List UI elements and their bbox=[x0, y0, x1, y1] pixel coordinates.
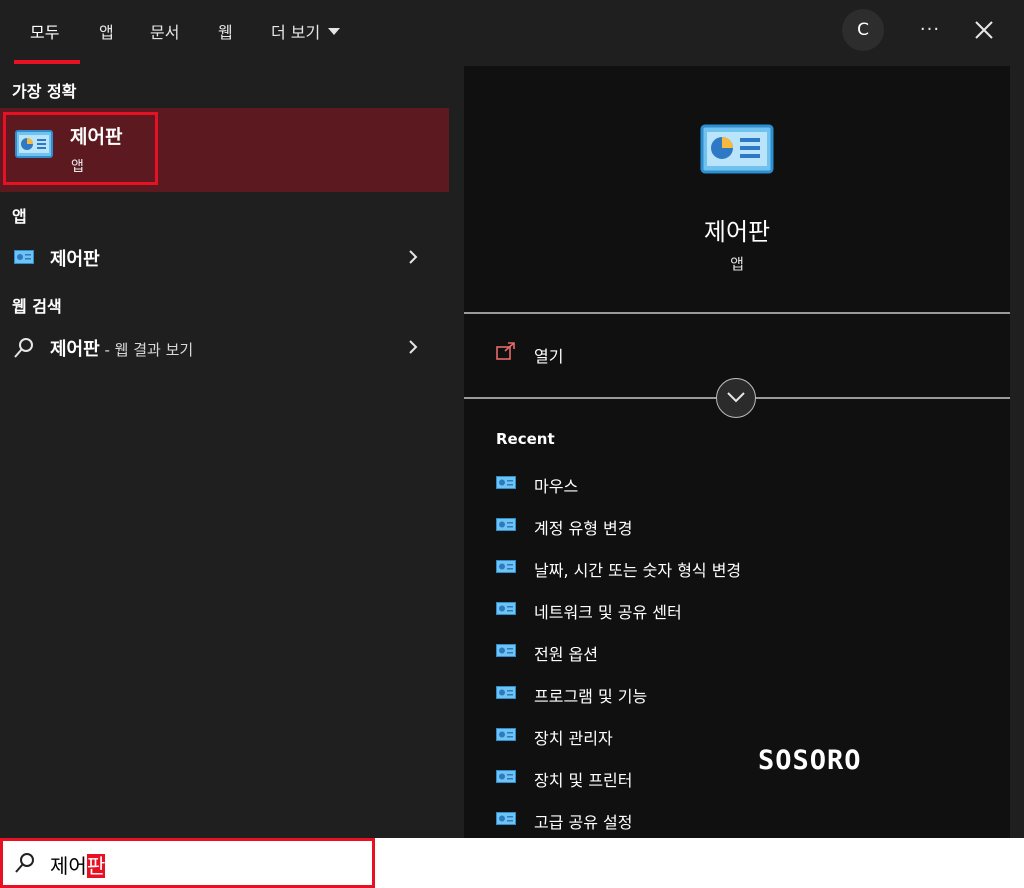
recent-item-label: 네트워크 및 공유 센터 bbox=[534, 603, 682, 622]
recent-item[interactable]: 네트워크 및 공유 센터 bbox=[496, 595, 976, 625]
tab-documents[interactable]: 문서 bbox=[150, 19, 179, 43]
recent-item-label: 전원 옵션 bbox=[534, 645, 598, 664]
close-button[interactable] bbox=[966, 12, 1002, 48]
control-panel-icon bbox=[496, 518, 516, 531]
highlight-outline bbox=[0, 838, 375, 888]
recent-item[interactable]: 프로그램 및 기능 bbox=[496, 679, 976, 709]
results-pane: 가장 정확 제어판 앱 앱 제어판 웹 검색 제어판 - 웹 결과 보기 bbox=[0, 66, 449, 838]
preview-title: 제어판 bbox=[703, 218, 771, 246]
recent-item[interactable]: 마우스 bbox=[496, 469, 976, 499]
recent-item[interactable]: 장치 관리자 bbox=[496, 721, 976, 751]
account-avatar-button[interactable]: C bbox=[842, 9, 884, 51]
watermark: SOSORO bbox=[758, 745, 862, 776]
more-options-button[interactable]: ··· bbox=[912, 10, 948, 50]
tab-more[interactable]: 더 보기 bbox=[271, 19, 341, 43]
open-action[interactable]: 열기 bbox=[494, 338, 794, 370]
tab-more-label: 더 보기 bbox=[271, 23, 321, 42]
recent-item-label: 마우스 bbox=[534, 477, 579, 496]
web-result-query: 제어판 bbox=[50, 339, 100, 360]
apps-heading: 앱 bbox=[12, 207, 27, 226]
control-panel-icon bbox=[496, 770, 516, 783]
control-panel-icon bbox=[496, 812, 516, 825]
web-result-control-panel[interactable]: 제어판 - 웹 결과 보기 bbox=[0, 328, 449, 366]
search-icon bbox=[14, 338, 33, 358]
preview-subtitle: 앱 bbox=[730, 255, 744, 273]
open-label: 열기 bbox=[534, 347, 564, 366]
control-panel-icon bbox=[496, 644, 516, 657]
control-panel-icon bbox=[496, 476, 516, 489]
app-result-control-panel[interactable]: 제어판 bbox=[0, 238, 449, 276]
recent-item[interactable]: 전원 옵션 bbox=[496, 637, 976, 667]
control-panel-icon bbox=[14, 250, 34, 264]
recent-heading: Recent bbox=[496, 430, 555, 448]
control-panel-icon bbox=[496, 602, 516, 615]
recent-item[interactable]: 장치 및 프린터 bbox=[496, 763, 976, 793]
chevron-right-icon bbox=[409, 340, 418, 354]
chevron-right-icon bbox=[409, 250, 418, 264]
recent-item-label: 고급 공유 설정 bbox=[534, 813, 633, 832]
web-search-heading: 웹 검색 bbox=[12, 297, 62, 316]
tab-web[interactable]: 웹 bbox=[218, 19, 233, 43]
tab-apps[interactable]: 앱 bbox=[99, 19, 114, 43]
expand-button[interactable] bbox=[716, 378, 756, 418]
recent-item-label: 장치 관리자 bbox=[534, 729, 613, 748]
control-panel-icon bbox=[700, 124, 774, 174]
recent-item-label: 날짜, 시간 또는 숫자 형식 변경 bbox=[534, 561, 742, 580]
chevron-down-icon bbox=[727, 392, 745, 403]
app-result-label: 제어판 bbox=[50, 249, 100, 270]
recent-item-label: 계정 유형 변경 bbox=[534, 519, 633, 538]
divider bbox=[464, 312, 1010, 314]
search-tab-bar: 모두 앱 문서 웹 더 보기 C ··· bbox=[0, 0, 1024, 66]
web-result-label: 제어판 - 웹 결과 보기 bbox=[50, 335, 193, 361]
active-tab-indicator bbox=[14, 60, 80, 64]
control-panel-icon bbox=[496, 686, 516, 699]
tab-all[interactable]: 모두 bbox=[30, 19, 59, 43]
close-icon bbox=[975, 21, 993, 39]
open-icon bbox=[496, 342, 515, 360]
control-panel-icon bbox=[496, 560, 516, 573]
best-match-heading: 가장 정확 bbox=[12, 82, 77, 101]
recent-item-label: 장치 및 프린터 bbox=[534, 771, 633, 790]
recent-item[interactable]: 고급 공유 설정 bbox=[496, 805, 976, 835]
best-match-subtitle: 앱 bbox=[71, 159, 84, 175]
caret-down-icon bbox=[328, 28, 341, 35]
control-panel-icon bbox=[496, 728, 516, 741]
recent-item[interactable]: 날짜, 시간 또는 숫자 형식 변경 bbox=[496, 553, 976, 583]
web-result-suffix: - 웹 결과 보기 bbox=[99, 341, 194, 359]
recent-item[interactable]: 계정 유형 변경 bbox=[496, 511, 976, 541]
recent-item-label: 프로그램 및 기능 bbox=[534, 687, 648, 706]
best-match-title: 제어판 bbox=[70, 126, 123, 148]
preview-pane: 제어판 앱 열기 Recent 마우스 계정 유형 변경 날짜, 시간 또는 숫… bbox=[464, 66, 1010, 838]
